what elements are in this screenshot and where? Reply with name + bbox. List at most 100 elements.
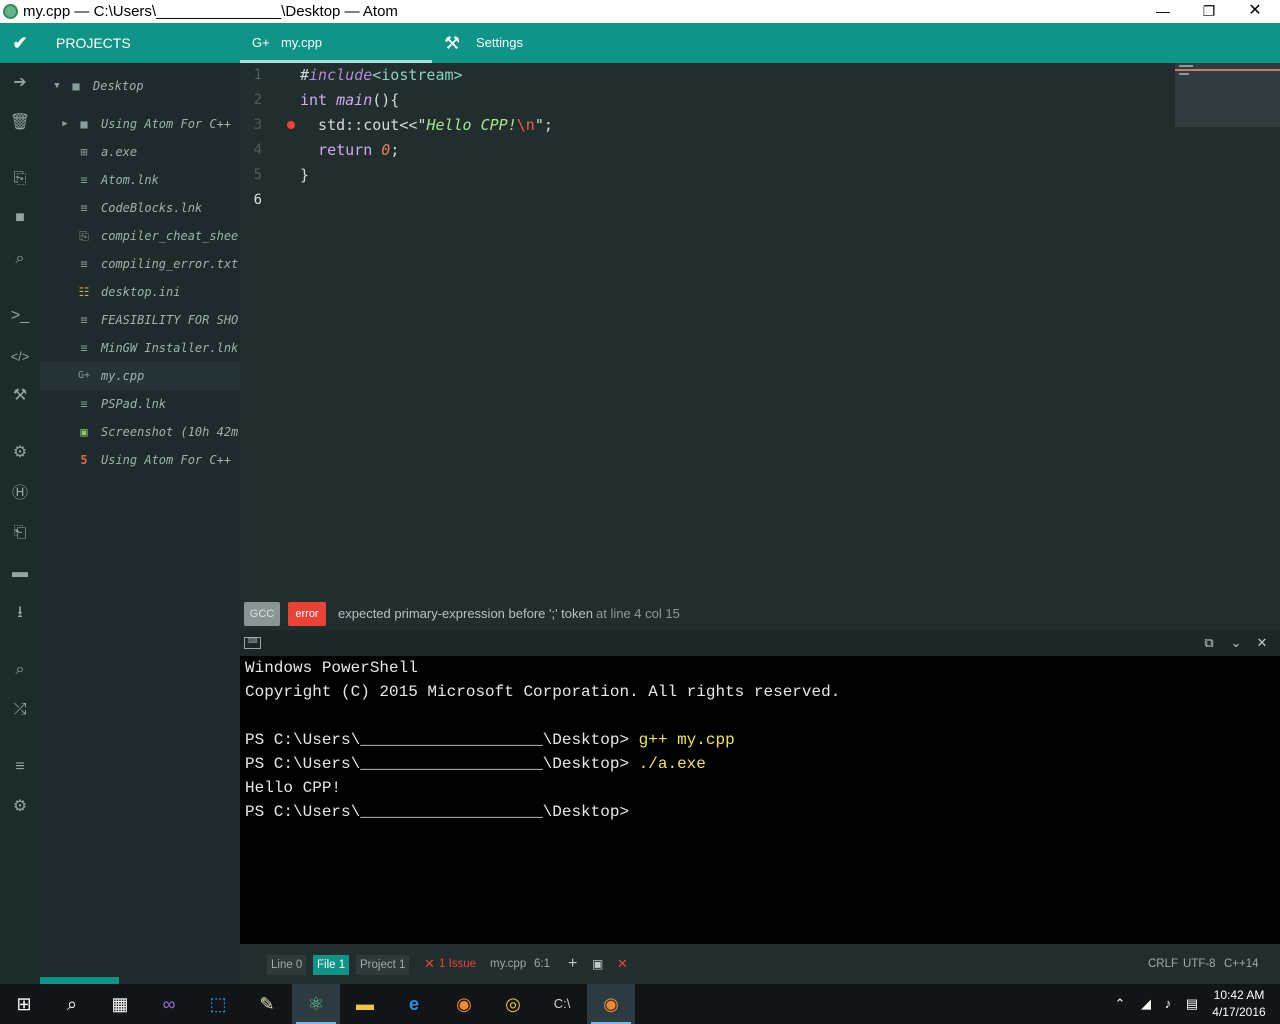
network-icon[interactable]: ◢: [1135, 984, 1157, 1024]
tree-item[interactable]: ⊞ a.exe: [40, 138, 240, 166]
cursor-position[interactable]: 6:1: [534, 944, 550, 984]
tree-item-label: FEASIBILITY FOR SHO: [101, 313, 239, 327]
menu-icon[interactable]: ≡: [0, 752, 40, 782]
tree-root-desktop[interactable]: ▼ ■ Desktop: [40, 72, 240, 100]
tools-icon: ⚒: [444, 33, 461, 53]
encoding[interactable]: UTF-8: [1183, 944, 1216, 984]
grammar[interactable]: C++14: [1224, 944, 1259, 984]
folder-icon: ■: [72, 79, 80, 93]
system-clock[interactable]: 10:42 AM 4/17/2016: [1206, 987, 1272, 1021]
close-terminal-icon[interactable]: ✕: [617, 944, 628, 984]
error-marker-icon[interactable]: [287, 121, 295, 129]
tree-item-label: CodeBlocks.lnk: [101, 201, 203, 215]
close-icon[interactable]: ✕: [1253, 634, 1271, 652]
gear-icon[interactable]: ⚙: [0, 438, 40, 468]
search-icon[interactable]: ⌕: [0, 655, 40, 685]
line-number: 1: [253, 67, 262, 83]
tree-item[interactable]: ≡ compiling_error.txt: [40, 250, 240, 278]
terminal-icon[interactable]: >_: [0, 301, 40, 331]
cmd-icon[interactable]: C:\: [538, 984, 586, 1024]
file-icon: ≡: [80, 397, 88, 411]
tree-item-selected[interactable]: G+ my.cpp: [40, 362, 240, 390]
atom-icon[interactable]: ⚛: [292, 984, 340, 1024]
linter-scope-file[interactable]: File 1: [313, 955, 350, 975]
chevron-up-icon[interactable]: ⌃: [1110, 984, 1130, 1024]
notepad-icon[interactable]: ✎: [243, 984, 291, 1024]
file-tree: ▼ ■ Desktop ▶ ■ Using Atom For C++ ⊞ a.e…: [40, 63, 240, 984]
issue-count[interactable]: 1 Issue: [439, 944, 476, 984]
tree-item-label: Using Atom For C++: [101, 117, 232, 131]
line-ending[interactable]: CRLF: [1148, 944, 1178, 984]
chrome-icon[interactable]: ◎: [489, 984, 537, 1024]
tree-item[interactable]: 5 Using Atom For C++: [40, 446, 240, 474]
tab-my-cpp[interactable]: G+ my.cpp: [240, 23, 432, 63]
tree-item[interactable]: ≡ FEASIBILITY FOR SHO: [40, 306, 240, 334]
current-file[interactable]: my.cpp: [490, 944, 526, 984]
tree-item[interactable]: ≡ MinGW Installer.lnk: [40, 334, 240, 362]
minimize-icon[interactable]: ―: [1140, 0, 1186, 23]
tool-sidebar: ➔ 🗑︎ ⎘ ■ ⌕ >_ </> ⚒ ⚙ Ⓗ ⎗ ▬ ⭳ ⌕ ⤮ ≡ ⚙: [0, 63, 40, 984]
code-file-icon[interactable]: ⎘: [0, 164, 40, 194]
code-line: return 0;: [300, 141, 400, 159]
search-icon[interactable]: ⌕: [48, 984, 96, 1024]
help-icon[interactable]: Ⓗ: [0, 479, 40, 509]
tree-item[interactable]: ≡ PSPad.lnk: [40, 390, 240, 418]
tree-item-label: my.cpp: [101, 369, 145, 383]
linter-position[interactable]: at line 4 col 15: [596, 598, 680, 630]
windows-taskbar: ⊞ ⌕ ▦ ∞ ⬚ ✎ ⚛ ▬ e ◉ ◎ C:\ ◉ ⌃ ◢ ♪ ▤ 10:4…: [0, 984, 1280, 1024]
edge-icon[interactable]: e: [390, 984, 438, 1024]
arrow-right-icon[interactable]: ➔: [0, 68, 40, 98]
gear-icon[interactable]: ⚙: [0, 792, 40, 822]
linter-scope-line[interactable]: Line 0: [267, 955, 307, 975]
window-titlebar: my.cpp — C:\Users\_______________\Deskto…: [0, 0, 1280, 23]
tree-item[interactable]: ≡ CodeBlocks.lnk: [40, 194, 240, 222]
chevron-down-icon: ▼: [54, 81, 60, 91]
download-icon[interactable]: ⭳: [0, 598, 40, 628]
linter-source-badge: GCC: [244, 602, 280, 626]
firefox-icon[interactable]: ◉: [587, 984, 635, 1024]
maximize-icon[interactable]: ⧉: [1200, 634, 1218, 652]
code-tags-icon[interactable]: </>: [0, 342, 40, 372]
document-icon[interactable]: ⎗: [0, 518, 40, 548]
tree-scrollbar[interactable]: [40, 977, 119, 984]
code-line: #include<iostream>: [300, 66, 463, 84]
close-icon[interactable]: ✕: [1232, 0, 1278, 23]
terminal-icon[interactable]: ▣: [592, 944, 603, 984]
keyboard-icon[interactable]: ⌨: [244, 637, 261, 649]
windows-icon: ⊞: [80, 145, 88, 159]
folder-open-icon[interactable]: ▬: [0, 558, 40, 588]
visual-studio-icon[interactable]: ∞: [145, 984, 193, 1024]
terminal-command: g++ my.cpp: [638, 731, 735, 749]
folder-icon[interactable]: ■: [0, 203, 40, 233]
search-icon[interactable]: ⌕: [0, 244, 40, 274]
tree-item[interactable]: ⎘ compiler_cheat_shee: [40, 222, 240, 250]
restore-icon[interactable]: ❐: [1186, 0, 1232, 23]
windows-start-icon[interactable]: ⊞: [0, 984, 48, 1024]
linter-message[interactable]: expected primary-expression before ';' t…: [338, 598, 593, 630]
code-editor[interactable]: 1 2 3 4 5 6 #include<iostream> int main(…: [240, 63, 1280, 598]
tab-settings[interactable]: ⚒ Settings: [432, 23, 632, 63]
store-icon[interactable]: ▦: [96, 984, 144, 1024]
chevron-down-icon[interactable]: ⌄: [1227, 634, 1245, 652]
terminal-line: Windows PowerShell: [245, 659, 418, 677]
line-number: 2: [253, 92, 262, 108]
notifications-icon[interactable]: ▤: [1181, 984, 1203, 1024]
tree-item[interactable]: ▶ ■ Using Atom For C++: [40, 110, 240, 138]
add-terminal-icon[interactable]: +: [568, 944, 577, 984]
cpp-file-icon: G+: [77, 370, 91, 381]
terminal-panel[interactable]: Windows PowerShell Copyright (C) 2015 Mi…: [240, 656, 1280, 944]
firefox-icon[interactable]: ◉: [440, 984, 488, 1024]
linter-scope-project[interactable]: Project 1: [356, 955, 410, 975]
vscode-icon[interactable]: ⬚: [194, 984, 242, 1024]
minimap[interactable]: [1175, 63, 1280, 127]
tree-item[interactable]: ☷ desktop.ini: [40, 278, 240, 306]
plug-icon[interactable]: ⚒: [0, 381, 40, 411]
tree-item[interactable]: ▣ Screenshot (10h 42m: [40, 418, 240, 446]
checkmark-icon[interactable]: ✔: [0, 23, 40, 63]
trash-icon[interactable]: 🗑︎: [0, 108, 40, 138]
volume-icon[interactable]: ♪: [1158, 984, 1178, 1024]
tree-item[interactable]: ≡ Atom.lnk: [40, 166, 240, 194]
linter-panel: GCC error expected primary-expression be…: [240, 598, 1280, 630]
shuffle-icon[interactable]: ⤮: [0, 695, 40, 725]
file-explorer-icon[interactable]: ▬: [341, 984, 389, 1024]
